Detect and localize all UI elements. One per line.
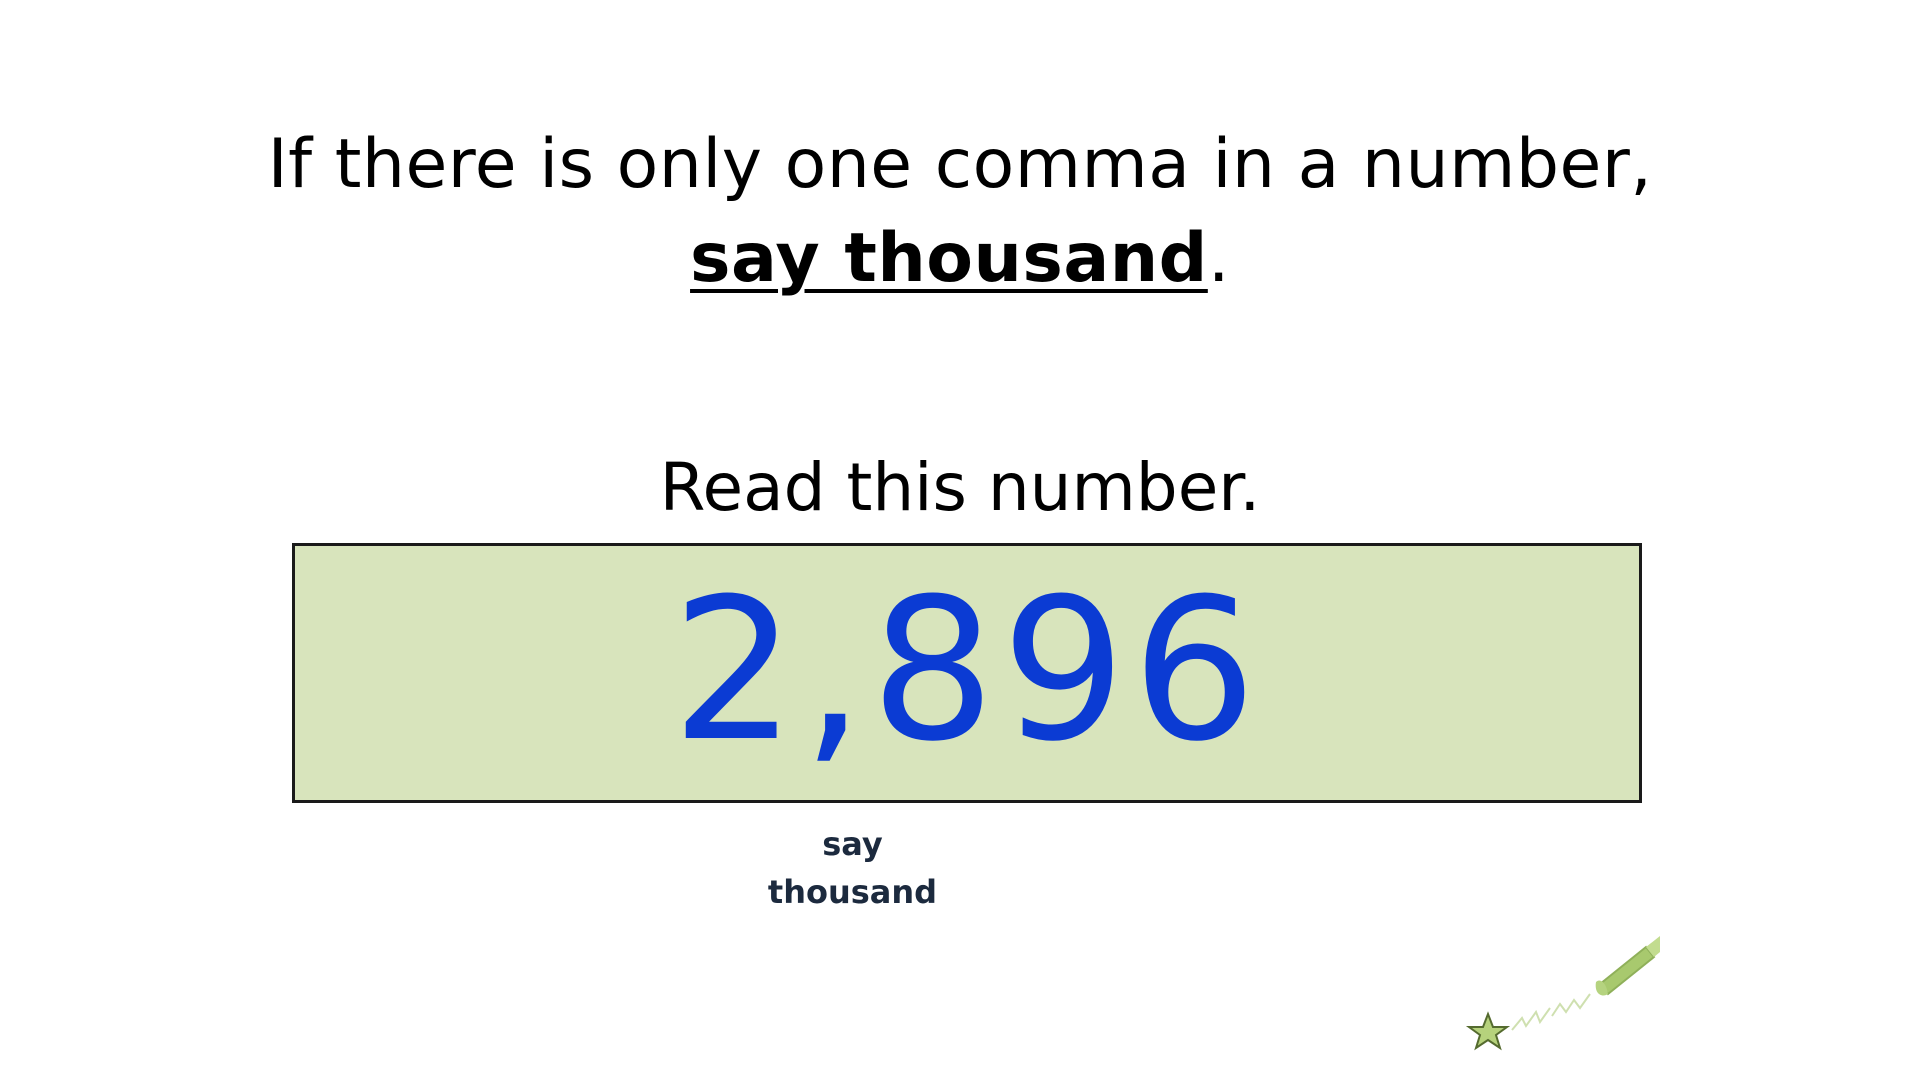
rule-line-1: If there is only one comma in a number, — [267, 125, 1653, 204]
rule-statement: If there is only one comma in a number, … — [0, 118, 1920, 306]
slide: If there is only one comma in a number, … — [0, 0, 1920, 1080]
prompt-heading: Read this number. — [659, 449, 1261, 526]
comma-annotation: say thousand — [750, 820, 955, 916]
rule-line-2: say thousand. — [0, 212, 1920, 306]
rule-line-2-suffix: . — [1207, 219, 1230, 298]
wand-icon — [1595, 936, 1660, 996]
number-box: 2,896 — [292, 543, 1642, 803]
rule-emphasis: say thousand — [690, 219, 1208, 298]
star-icon — [1465, 1011, 1511, 1051]
annotation-line-1: say — [822, 825, 883, 863]
sparkle-trail — [1511, 993, 1591, 1031]
number-value: 2,896 — [671, 557, 1263, 785]
star-and-wand-icon — [1465, 936, 1660, 1051]
annotation-line-2: thousand — [767, 873, 938, 911]
